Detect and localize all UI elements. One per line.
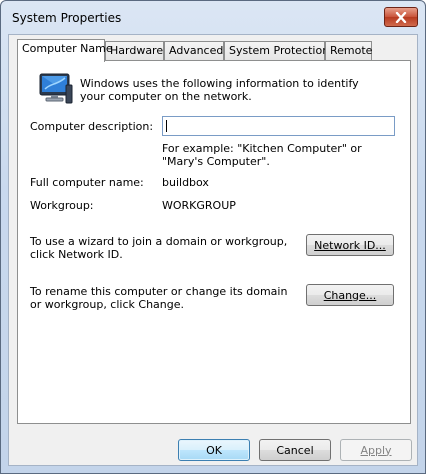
network-id-button-label: Network ID... — [314, 238, 386, 252]
full-name-label: Full computer name: — [30, 176, 144, 189]
workgroup-value: WORKGROUP — [162, 199, 236, 212]
close-icon — [395, 11, 407, 23]
title-bar: System Properties — [1, 1, 425, 33]
cancel-button[interactable]: Cancel — [259, 439, 331, 461]
computer-icon — [39, 73, 73, 104]
tab-hardware[interactable]: Hardware — [105, 41, 164, 61]
tab-advanced[interactable]: Advanced — [164, 41, 224, 61]
apply-button[interactable]: Apply — [340, 439, 412, 461]
ok-button-label: OK — [206, 443, 222, 457]
computer-name-panel: Windows uses the following information t… — [17, 60, 411, 424]
dialog-client-area: Computer Name Hardware Advanced System P… — [8, 34, 418, 466]
computer-description-input[interactable] — [162, 116, 395, 136]
tab-computer-name[interactable]: Computer Name — [17, 39, 113, 62]
description-label: Computer description: — [30, 120, 154, 133]
change-text: To rename this computer or change its do… — [30, 285, 288, 311]
text-caret — [166, 120, 167, 132]
tab-system-protection[interactable]: System Protection — [224, 41, 329, 61]
intro-text: Windows uses the following information t… — [80, 77, 359, 103]
full-name-value: buildbox — [162, 176, 209, 189]
network-id-text: To use a wizard to join a domain or work… — [30, 235, 288, 261]
example-text: For example: "Kitchen Computer" or "Mary… — [162, 142, 362, 168]
workgroup-label: Workgroup: — [30, 199, 94, 212]
close-button[interactable] — [384, 7, 418, 27]
ok-button[interactable]: OK — [178, 439, 250, 461]
apply-button-label: Apply — [360, 443, 392, 457]
change-button[interactable]: Change... — [306, 284, 394, 306]
change-button-label: Change... — [323, 288, 377, 302]
tab-remote[interactable]: Remote — [325, 41, 372, 61]
window-title: System Properties — [12, 11, 122, 25]
network-id-button[interactable]: Network ID... — [306, 234, 394, 256]
cancel-button-label: Cancel — [276, 443, 314, 457]
system-properties-window: System Properties Computer Name Hardware… — [0, 0, 426, 474]
